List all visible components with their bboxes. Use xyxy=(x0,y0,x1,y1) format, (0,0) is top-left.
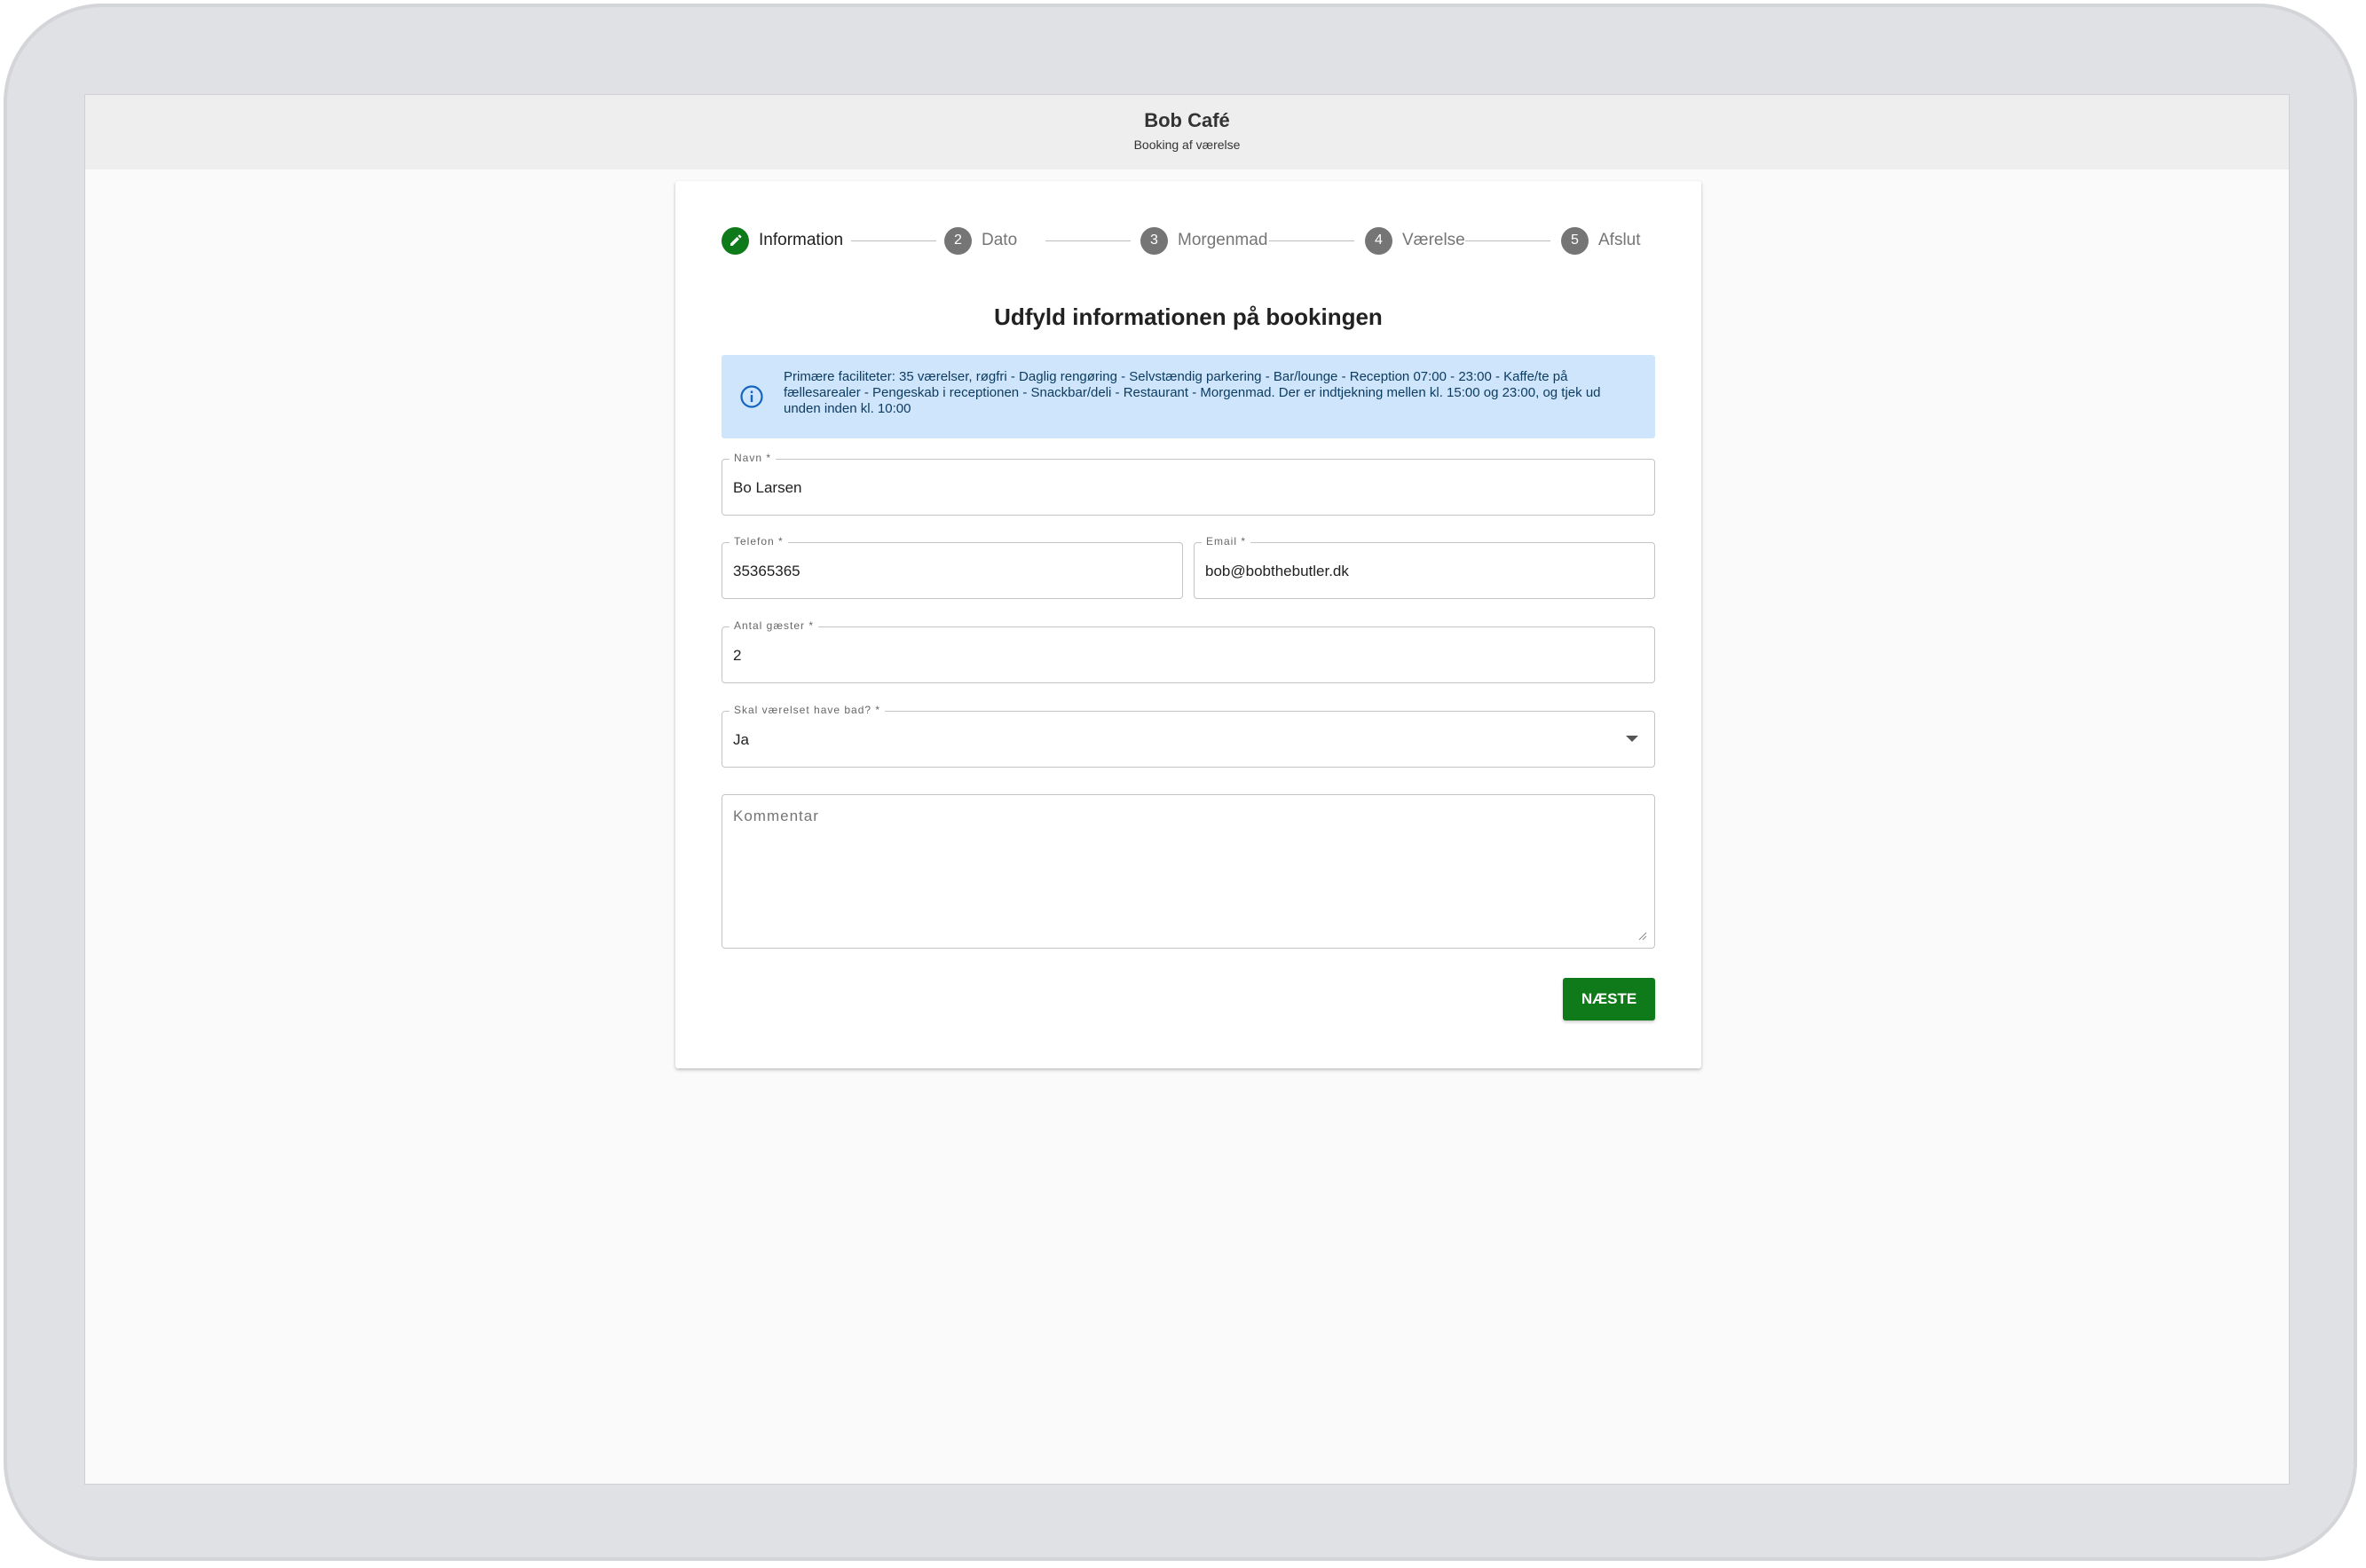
step-information[interactable]: Information xyxy=(722,225,843,256)
step-number: 2 xyxy=(944,226,972,255)
info-icon xyxy=(740,385,763,408)
email-field[interactable]: Email * xyxy=(1194,535,1655,599)
app-title: Bob Café xyxy=(1144,109,1230,131)
step-label: Information xyxy=(759,231,844,249)
step-morgenmad[interactable]: 3 Morgenmad xyxy=(1140,225,1267,256)
step-number: 4 xyxy=(1365,226,1392,255)
app-subtitle: Booking af værelse xyxy=(1133,138,1241,152)
email-input[interactable] xyxy=(1205,563,1644,580)
step-label: Værelse xyxy=(1402,231,1465,249)
dropdown-arrow-icon[interactable] xyxy=(1626,736,1638,742)
phone-label: Telefon * xyxy=(730,535,788,548)
step-connector xyxy=(851,240,936,241)
booking-stepper: Information 2 Dato 3 Morgenmad 4 Værelse… xyxy=(722,225,1655,256)
step-number: 5 xyxy=(1561,226,1589,255)
name-field[interactable]: Navn * xyxy=(722,452,1655,516)
step-connector xyxy=(1465,240,1550,241)
step-label: Morgenmad xyxy=(1178,231,1268,249)
resize-handle-icon[interactable] xyxy=(1636,930,1647,941)
name-input[interactable] xyxy=(733,479,1644,497)
app-screen: Bob Café Booking af værelse Information … xyxy=(84,94,2290,1485)
bath-label: Skal værelset have bad? * xyxy=(730,704,886,716)
next-button[interactable]: NÆSTE xyxy=(1563,978,1655,1020)
guests-label: Antal gæster * xyxy=(730,619,819,632)
app-header: Bob Café Booking af værelse xyxy=(85,95,2289,169)
bath-select[interactable]: Skal værelset have bad? * Ja xyxy=(722,704,1655,768)
form-heading: Udfyld informationen på bookingen xyxy=(994,303,1383,330)
comment-textarea[interactable] xyxy=(733,808,1644,935)
guests-input[interactable] xyxy=(733,647,1644,665)
step-label: Dato xyxy=(982,231,1018,249)
booking-card: Information 2 Dato 3 Morgenmad 4 Værelse… xyxy=(675,181,1701,1068)
step-connector xyxy=(1045,240,1131,241)
bath-selected-value: Ja xyxy=(733,731,749,748)
guests-field[interactable]: Antal gæster * xyxy=(722,619,1655,683)
phone-input[interactable] xyxy=(733,563,1171,580)
step-connector xyxy=(1269,240,1354,241)
step-number: 3 xyxy=(1140,226,1168,255)
tablet-frame: Bob Café Booking af værelse Information … xyxy=(4,4,2357,1561)
comment-field[interactable] xyxy=(722,794,1655,949)
facilities-info-alert: Primære faciliteter: 35 værelser, røgfri… xyxy=(722,355,1655,438)
name-label: Navn * xyxy=(730,452,777,464)
step-vaerelse[interactable]: 4 Værelse xyxy=(1365,225,1465,256)
email-label: Email * xyxy=(1202,535,1251,548)
step-dato[interactable]: 2 Dato xyxy=(944,225,1017,256)
step-afslut[interactable]: 5 Afslut xyxy=(1561,225,1641,256)
step-label: Afslut xyxy=(1598,231,1641,249)
phone-field[interactable]: Telefon * xyxy=(722,535,1183,599)
info-text: Primære faciliteter: 35 værelser, røgfri… xyxy=(784,369,1601,416)
pencil-icon xyxy=(722,226,749,255)
